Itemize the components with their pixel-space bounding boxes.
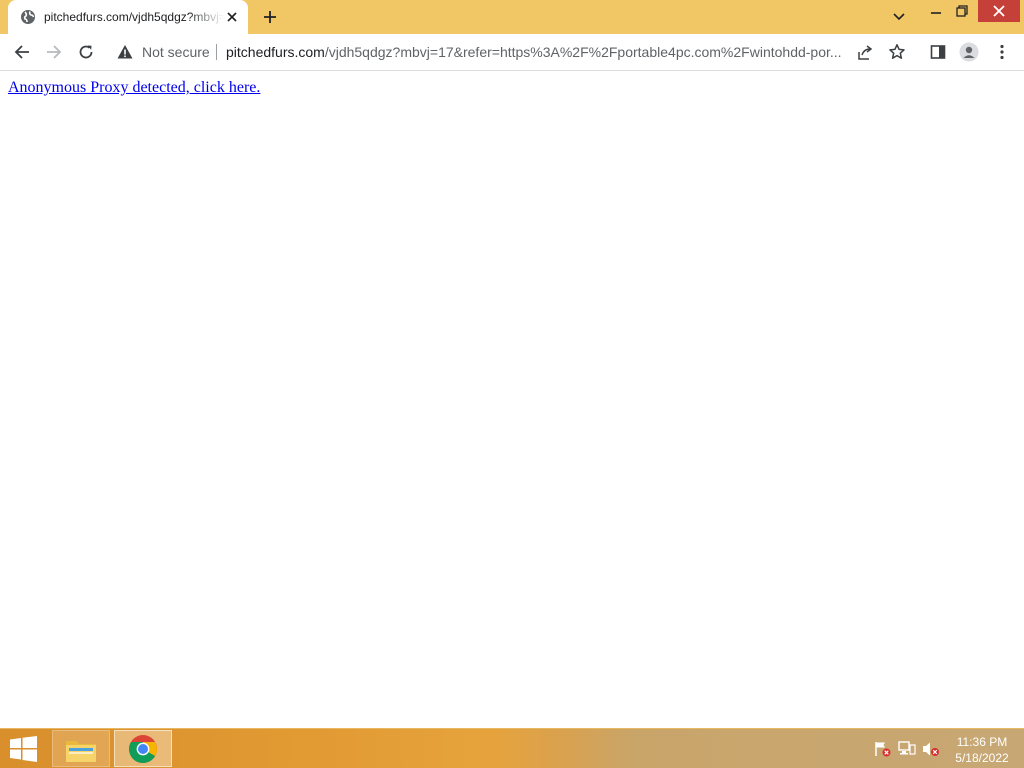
globe-icon	[20, 9, 36, 25]
bookmark-star-icon[interactable]	[888, 43, 906, 61]
window-minimize-button[interactable]	[922, 0, 950, 22]
tab-title: pitchedfurs.com/vjdh5qdgz?mbvj=17	[44, 10, 224, 24]
back-button[interactable]	[10, 40, 34, 64]
reload-button[interactable]	[74, 40, 98, 64]
chevron-down-icon	[893, 13, 905, 21]
share-icon[interactable]	[856, 44, 874, 62]
arrow-right-icon	[47, 45, 62, 59]
omnibox-divider	[216, 44, 217, 60]
new-tab-button[interactable]	[258, 5, 282, 29]
window-restore-button[interactable]	[948, 0, 976, 22]
arrow-left-icon	[14, 45, 29, 59]
warning-icon[interactable]	[117, 44, 133, 60]
profile-button[interactable]	[957, 40, 981, 64]
clock-time: 11:36 PM	[956, 735, 1008, 749]
tab-active[interactable]: pitchedfurs.com/vjdh5qdgz?mbvj=17	[8, 0, 248, 34]
web-page-content: Anonymous Proxy detected, click here.	[0, 71, 1024, 728]
network-icon[interactable]	[898, 741, 916, 757]
browser-tab-strip: pitchedfurs.com/vjdh5qdgz?mbvj=17	[0, 0, 1024, 34]
profile-avatar-icon	[959, 42, 979, 62]
url-host: pitchedfurs.com	[226, 44, 325, 60]
close-icon	[993, 5, 1005, 17]
minimize-icon	[931, 12, 941, 14]
tab-close-icon[interactable]	[224, 9, 240, 25]
url-path: /vjdh5qdgz?mbvj=17&refer=https%3A%2F%2Fp…	[324, 44, 842, 60]
chrome-icon	[129, 734, 157, 763]
volume-muted-icon[interactable]	[922, 741, 940, 757]
browser-toolbar: Not secure pitchedfurs.com/vjdh5qdgz?mbv…	[0, 34, 1024, 71]
file-explorer-icon	[66, 740, 96, 762]
address-bar[interactable]: Not secure pitchedfurs.com/vjdh5qdgz?mbv…	[108, 37, 916, 67]
restore-icon	[956, 5, 968, 17]
anonymous-proxy-link[interactable]: Anonymous Proxy detected, click here.	[8, 79, 260, 97]
taskbar-file-explorer[interactable]	[52, 730, 110, 767]
reload-icon	[79, 45, 93, 59]
action-center-flag-icon[interactable]	[874, 741, 892, 757]
taskbar-chrome[interactable]	[114, 730, 172, 767]
tab-search-button[interactable]	[888, 7, 910, 27]
clock-date: 5/18/2022	[955, 751, 1009, 765]
side-panel-button[interactable]	[926, 40, 950, 64]
windows-taskbar: 11:36 PM 5/18/2022	[0, 728, 1024, 768]
windows-logo-icon	[10, 736, 37, 762]
side-panel-icon	[930, 45, 946, 59]
taskbar-clock[interactable]: 11:36 PM 5/18/2022	[948, 734, 1016, 766]
not-secure-label[interactable]: Not secure	[142, 44, 210, 60]
forward-button[interactable]	[42, 40, 66, 64]
kebab-menu-icon	[1000, 44, 1004, 60]
start-button[interactable]	[6, 735, 42, 763]
url-text[interactable]: pitchedfurs.com/vjdh5qdgz?mbvj=17&refer=…	[226, 44, 846, 60]
window-close-button[interactable]	[978, 0, 1020, 22]
plus-icon	[264, 11, 276, 23]
menu-button[interactable]	[990, 40, 1014, 64]
